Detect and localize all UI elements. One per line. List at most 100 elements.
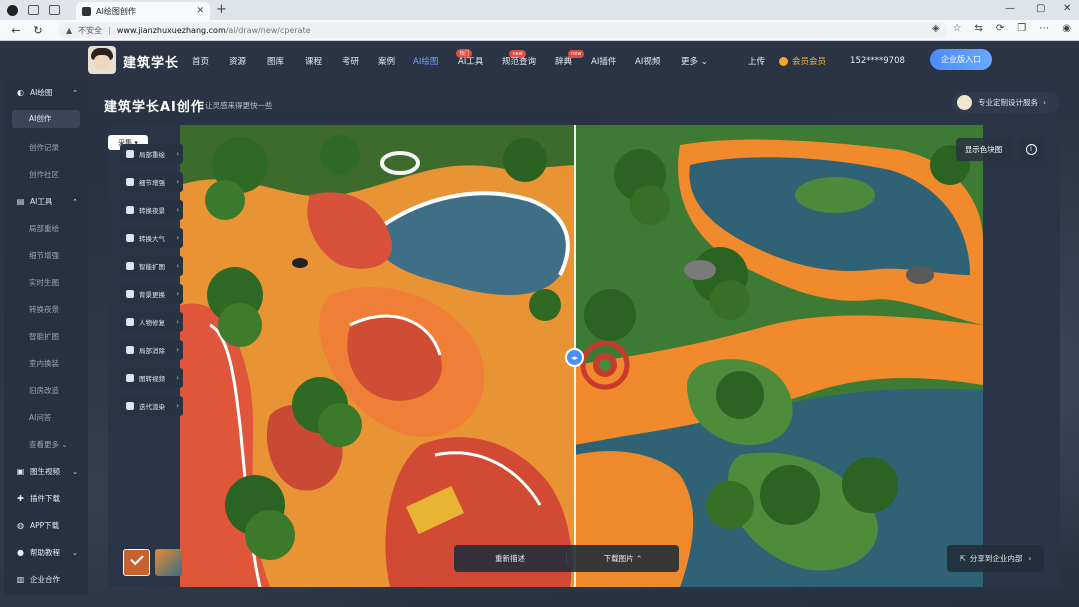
collections-icon[interactable]: ❐ [1017, 23, 1026, 34]
sidebar-item-expand[interactable]: 智能扩图 [4, 331, 88, 342]
menu-item-ai-plugin[interactable]: AI插件 [591, 55, 635, 67]
menu-item-ai-tools[interactable]: AI工具new [458, 50, 526, 67]
close-tab-icon[interactable]: ✕ [196, 6, 204, 16]
sidebar-item-inpaint[interactable]: 局部重绘 [4, 223, 88, 234]
chevron-down-icon: ⌄ [72, 548, 78, 557]
tool-image-to-video[interactable]: 图转视频 › [120, 368, 183, 388]
security-warning-icon[interactable]: ▲ [66, 26, 72, 35]
sidebar-group-ai-drawing[interactable]: ◐ AI绘图 ⌃ [4, 87, 88, 98]
cloud-icon [126, 234, 134, 242]
more-menu-icon[interactable]: ⋯ [1039, 23, 1049, 34]
upload-link[interactable]: 上传 [748, 55, 765, 67]
sidebar-item-detail[interactable]: 细节增强 [4, 250, 88, 261]
tab-actions-icon[interactable] [49, 5, 60, 15]
minimize-icon[interactable]: — [1005, 3, 1015, 14]
menu-item-ai-drawing[interactable]: AI绘图热门 [413, 49, 473, 67]
translate-icon[interactable]: ⇆ [975, 23, 983, 34]
menu-item-ai-video[interactable]: AI视频 [635, 55, 681, 67]
enterprise-entry-button[interactable]: 企业版入口 [930, 49, 992, 70]
pro-service-button[interactable]: 专业定制设计服务 › [953, 92, 1060, 113]
menu-item-postgrad[interactable]: 考研 [342, 55, 378, 67]
building-icon: ▥ [16, 575, 25, 584]
sidebar-item-realtime[interactable]: 实时生图 [4, 277, 88, 288]
menu-item-gallery[interactable]: 图库 [267, 55, 305, 67]
show-color-map-button[interactable]: 显示色块图 [956, 138, 1011, 161]
sidebar-item-night[interactable]: 转换夜景 [4, 304, 88, 315]
brand-logo[interactable] [88, 46, 116, 74]
tool-background[interactable]: 背景更换 › [120, 284, 183, 304]
sidebar-item-community[interactable]: 创作社区 [4, 169, 88, 180]
sidebar-item-more[interactable]: 查看更多 ⌄ [4, 439, 88, 450]
maximize-icon[interactable]: ▢ [1036, 3, 1045, 14]
sidebar-group-app[interactable]: ◍ APP下载 [4, 520, 88, 531]
share-icon: ⇱ [959, 554, 966, 563]
sidebar-group-help[interactable]: ● 帮助教程 ⌄ [4, 547, 88, 558]
regenerate-button[interactable]: 重新描述 [454, 553, 566, 564]
sidebar-group-enterprise[interactable]: ▥ 企业合作 [4, 574, 88, 585]
check-icon [130, 551, 144, 566]
brand-name[interactable]: 建筑学长 [123, 52, 179, 71]
sidebar: ◐ AI绘图 ⌃ AI创作 创作记录 创作社区 ▤ AI工具 ⌃ 局部重绘 细节增强 实… [4, 79, 88, 595]
render-canvas: ◂▸ 采集 ▾ 局部重绘 › 细节增强 › 转换夜景 › 转换大气 › 智能扩图 › 背景… [108, 125, 1060, 587]
favorite-star-icon[interactable]: ☆ [953, 23, 962, 34]
page-subtitle: 让灵感来得更快一些 [205, 101, 273, 110]
profile-icon[interactable] [7, 4, 18, 16]
site-favicon-icon [82, 6, 91, 16]
plugin-icon: ✚ [17, 494, 24, 503]
sync-icon[interactable]: ⟳ [996, 23, 1004, 34]
extensions-icon[interactable]: ◈ [932, 23, 940, 34]
sidebar-item-ai-create[interactable]: AI创作 [12, 110, 80, 128]
close-window-icon[interactable]: ✕ [1063, 3, 1071, 14]
chevron-up-icon: ⌃ [72, 197, 78, 206]
tool-expand[interactable]: 智能扩图 › [120, 256, 183, 276]
sidebar-item-interior[interactable]: 室内换装 [4, 358, 88, 369]
expand-icon [126, 262, 134, 270]
workspaces-icon[interactable] [28, 5, 39, 15]
menu-item-courses[interactable]: 课程 [305, 55, 342, 67]
chevron-down-icon: ⌄ [72, 467, 78, 476]
menu-item-cases[interactable]: 案例 [378, 55, 413, 67]
main-menu: 首页 资源 图库 课程 考研 案例 AI绘图热门 AI工具new 规范查询new… [192, 49, 719, 67]
back-icon[interactable]: ← [8, 24, 24, 37]
vip-link[interactable]: 会员会员 [792, 55, 826, 67]
sidebar-group-video[interactable]: ▣ 图生视频 ⌄ [4, 466, 88, 477]
sidebar-group-plugin[interactable]: ✚ 插件下载 [4, 493, 88, 504]
info-icon: i [1025, 144, 1037, 155]
thumbnail-selected[interactable] [123, 549, 150, 576]
tool-inpaint[interactable]: 局部重绘 › [120, 144, 183, 164]
menu-item-home[interactable]: 首页 [192, 55, 229, 67]
sidebar-item-qa[interactable]: AI问答 [4, 412, 88, 423]
sidebar-group-ai-tools[interactable]: ▤ AI工具 ⌃ [4, 196, 88, 207]
user-phone[interactable]: 152****9708 [850, 56, 905, 66]
share-enterprise-button[interactable]: ⇱ 分享到企业内部 › [947, 545, 1044, 572]
palette-icon: ◐ [17, 88, 24, 97]
sidebar-item-renovation[interactable]: 旧房改造 [4, 385, 88, 396]
download-button[interactable]: 下载图片 ⌃ [566, 553, 679, 564]
url-path: /ai/draw/new/cperate [225, 25, 311, 35]
menu-item-more[interactable]: 更多 ⌄ [681, 55, 719, 67]
url-field[interactable]: ▲ 不安全 | www.jianzhuxuezhang.com /ai/draw… [58, 22, 948, 38]
copilot-icon[interactable]: ◉ [1062, 23, 1071, 34]
new-tab-icon[interactable]: + [216, 2, 227, 17]
tool-iterate-render[interactable]: 迭代渲染 › [120, 396, 183, 416]
moon-icon [126, 206, 134, 214]
chevron-right-icon: › [176, 290, 179, 298]
comparison-image[interactable]: ◂▸ [180, 125, 983, 587]
menu-item-code-query[interactable]: 规范查询new [502, 50, 585, 67]
tool-atmosphere[interactable]: 转换大气 › [120, 228, 183, 248]
compare-slider-handle[interactable]: ◂▸ [565, 348, 584, 367]
top-navigation: 建筑学长 首页 资源 图库 课程 考研 案例 AI绘图热门 AI工具new 规范… [0, 41, 1079, 79]
sidebar-item-history[interactable]: 创作记录 [4, 142, 88, 153]
refresh-icon[interactable]: ↻ [30, 24, 46, 37]
menu-item-resources[interactable]: 资源 [229, 55, 267, 67]
chevron-up-icon: ⌃ [636, 554, 643, 563]
tool-person-fix[interactable]: 人物修复 › [120, 312, 183, 332]
info-button[interactable]: i [1019, 138, 1043, 161]
tool-night[interactable]: 转换夜景 › [120, 200, 183, 220]
thumbnail-item[interactable] [155, 549, 182, 576]
tool-erase[interactable]: 局部消除 › [120, 340, 183, 360]
tab-title: AI绘图创作 [96, 6, 136, 16]
browser-tab[interactable]: AI绘图创作 ✕ [76, 2, 210, 20]
tool-detail-enhance[interactable]: 细节增强 › [120, 172, 183, 192]
menu-item-dictionary[interactable]: 辞典 [555, 55, 591, 67]
